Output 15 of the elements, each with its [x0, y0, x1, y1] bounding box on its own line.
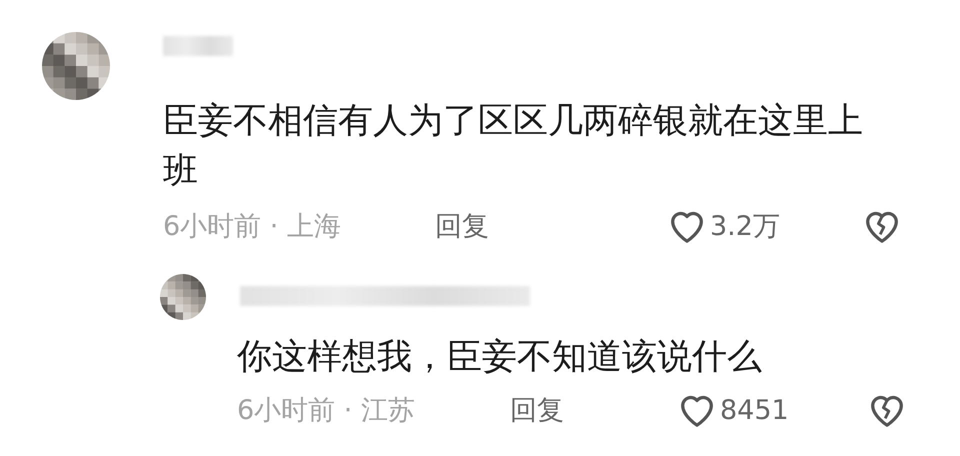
reply-link[interactable]: 回复	[510, 392, 564, 428]
comment-meta: 6小时前 · 江苏	[237, 394, 415, 428]
avatar[interactable]	[42, 32, 110, 100]
blurred-username	[163, 36, 233, 56]
avatar[interactable]	[160, 274, 206, 320]
like-count: 3.2万	[710, 210, 780, 244]
comment-meta: 6小时前 · 上海	[163, 210, 341, 244]
reply-link[interactable]: 回复	[435, 208, 489, 244]
broken-heart-icon[interactable]	[870, 393, 904, 427]
broken-heart-icon[interactable]	[865, 209, 899, 243]
heart-icon[interactable]	[680, 393, 714, 427]
comment-text: 你这样想我，臣妾不知道该说什么	[237, 336, 763, 379]
comment-text: 臣妾不相信有人为了区区几两碎银就在这里上班	[163, 100, 863, 193]
like-count: 8451	[720, 394, 789, 426]
heart-icon[interactable]	[670, 209, 704, 243]
